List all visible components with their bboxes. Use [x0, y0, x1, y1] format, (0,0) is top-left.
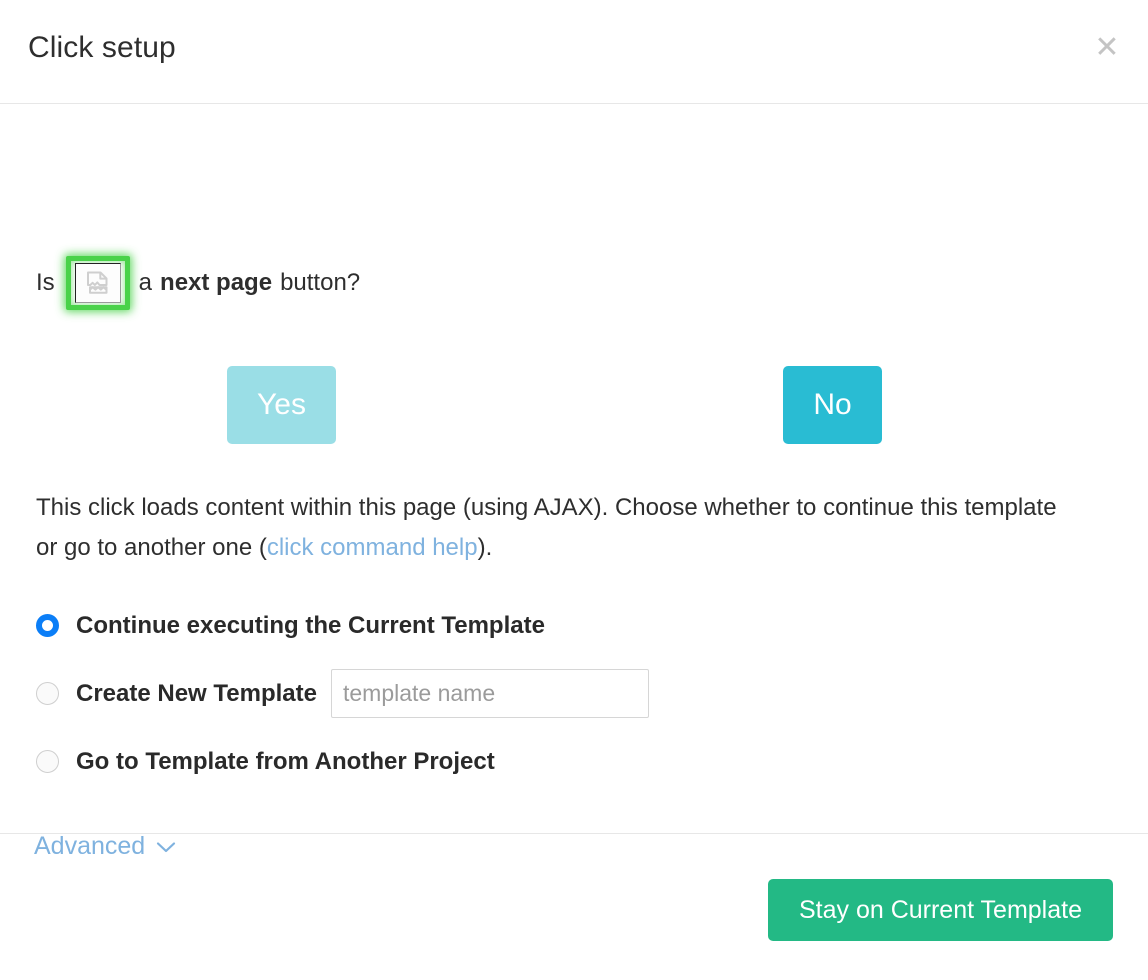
question-suffix: button? — [280, 269, 361, 296]
yes-button[interactable]: Yes — [227, 366, 336, 444]
question-emphasis: next page — [160, 269, 273, 296]
yes-no-choice-row: Yes No — [0, 366, 1148, 444]
radio-icon-selected[interactable] — [36, 614, 59, 637]
radio-icon-unselected[interactable] — [36, 682, 59, 705]
explanation-part1: This click loads content within this pag… — [36, 494, 1057, 561]
template-name-input[interactable] — [330, 669, 649, 718]
option-label: Create New Template — [76, 679, 317, 707]
broken-image-icon — [86, 271, 108, 294]
option-go-to-template-another-project[interactable]: Go to Template from Another Project — [36, 740, 1036, 783]
question-row: Is a next page button? — [36, 256, 360, 310]
dialog-footer: Stay on Current Template — [0, 834, 1148, 980]
question-prefix: Is — [36, 269, 55, 296]
click-setup-dialog: Click setup ✕ Is a next page button? Yes… — [0, 0, 1148, 980]
stay-on-current-template-button[interactable]: Stay on Current Template — [767, 879, 1113, 941]
question-middle: a — [138, 269, 153, 296]
broken-image-frame — [74, 263, 121, 303]
page-title: Click setup — [28, 31, 176, 64]
option-continue-current-template[interactable]: Continue executing the Current Template — [36, 604, 1036, 647]
template-options-group: Continue executing the Current Template … — [36, 604, 1036, 808]
option-label: Go to Template from Another Project — [76, 747, 495, 775]
close-icon[interactable]: ✕ — [1089, 30, 1125, 66]
radio-icon-unselected[interactable] — [36, 750, 59, 773]
option-create-new-template[interactable]: Create New Template — [36, 669, 1036, 718]
no-button[interactable]: No — [783, 366, 882, 444]
explanation-text: This click loads content within this pag… — [36, 488, 1081, 568]
dialog-body: Is a next page button? Yes No This click… — [0, 104, 1148, 859]
explanation-part2: ). — [477, 534, 493, 561]
click-command-help-link[interactable]: click command help — [267, 534, 478, 561]
dialog-header: Click setup ✕ — [0, 0, 1148, 104]
option-label: Continue executing the Current Template — [76, 611, 545, 639]
highlighted-target-element[interactable] — [65, 256, 130, 310]
